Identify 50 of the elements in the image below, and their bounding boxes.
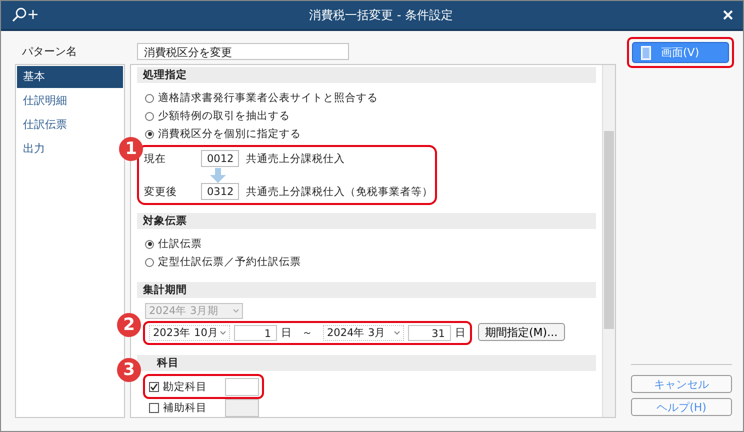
option-label: 定型仕訳伝票／予約仕訳伝票 <box>158 255 301 269</box>
option-label: 少額特例の取引を抽出する <box>158 109 290 123</box>
account-label: 勘定科目 <box>163 380 207 394</box>
day-unit: 日 <box>455 326 466 340</box>
month-dropdown[interactable]: 2023年 10月 <box>149 325 230 341</box>
option-label: 消費税区分を個別に指定する <box>158 127 301 141</box>
radio-button[interactable] <box>145 112 154 120</box>
day-unit: 日 <box>281 326 292 340</box>
caret-icon <box>394 331 400 335</box>
caret-icon <box>233 309 239 313</box>
sidebar-item[interactable]: 基本 <box>17 66 123 88</box>
search-add-icon[interactable] <box>11 7 39 23</box>
day-field[interactable]: 31 <box>408 325 451 341</box>
section-header: 集計期間 <box>137 282 596 298</box>
section-header: 対象伝票 <box>137 213 596 229</box>
period-button[interactable]: 期間指定(M)... <box>478 323 565 341</box>
section-header: 科目 <box>137 355 596 371</box>
sidebar-item[interactable]: 仕訳明細 <box>17 90 123 112</box>
down-arrow-icon <box>210 168 226 182</box>
pattern-name-field[interactable]: 消費税区分を変更 <box>137 42 349 60</box>
checkbox[interactable] <box>149 382 159 392</box>
option-label: 適格請求書発行事業者公表サイトと照合する <box>158 91 378 105</box>
sidebar-item[interactable]: 仕訳伝票 <box>17 114 123 136</box>
close-icon[interactable] <box>723 10 733 20</box>
tax-category-name: 共通売上分課税仕入（免税事業者等） <box>246 184 433 198</box>
scrollbar[interactable] <box>602 65 615 417</box>
day-field[interactable]: 1 <box>234 325 277 341</box>
fiscal-year-dropdown: 2024年 3月期 <box>145 303 243 319</box>
code-field[interactable]: 0312 <box>201 183 239 200</box>
field-label: パターン名 <box>21 44 78 58</box>
callout-badge: 1 <box>119 137 143 161</box>
window-title: 消費税一括変更 - 条件設定 <box>308 6 454 24</box>
radio-button[interactable] <box>145 130 154 138</box>
callout-badge: 2 <box>117 313 141 337</box>
checkbox[interactable] <box>149 402 159 412</box>
account-label: 補助科目 <box>163 400 207 414</box>
account-field[interactable] <box>225 378 259 396</box>
field-label: 現在 <box>144 152 167 166</box>
code-field[interactable]: 0012 <box>201 150 239 167</box>
option-label: 仕訳伝票 <box>158 237 202 251</box>
range-separator: ～ <box>302 326 313 340</box>
month-dropdown[interactable]: 2024年 3月 <box>323 325 404 341</box>
section-header: 処理指定 <box>137 67 596 83</box>
document-icon <box>641 46 651 60</box>
radio-button[interactable] <box>145 258 154 266</box>
radio-button[interactable] <box>145 240 154 248</box>
caret-icon <box>220 331 226 335</box>
field-label: 変更後 <box>144 184 178 198</box>
tax-category-name: 共通売上分課税仕入 <box>246 152 345 166</box>
radio-button[interactable] <box>145 94 154 102</box>
